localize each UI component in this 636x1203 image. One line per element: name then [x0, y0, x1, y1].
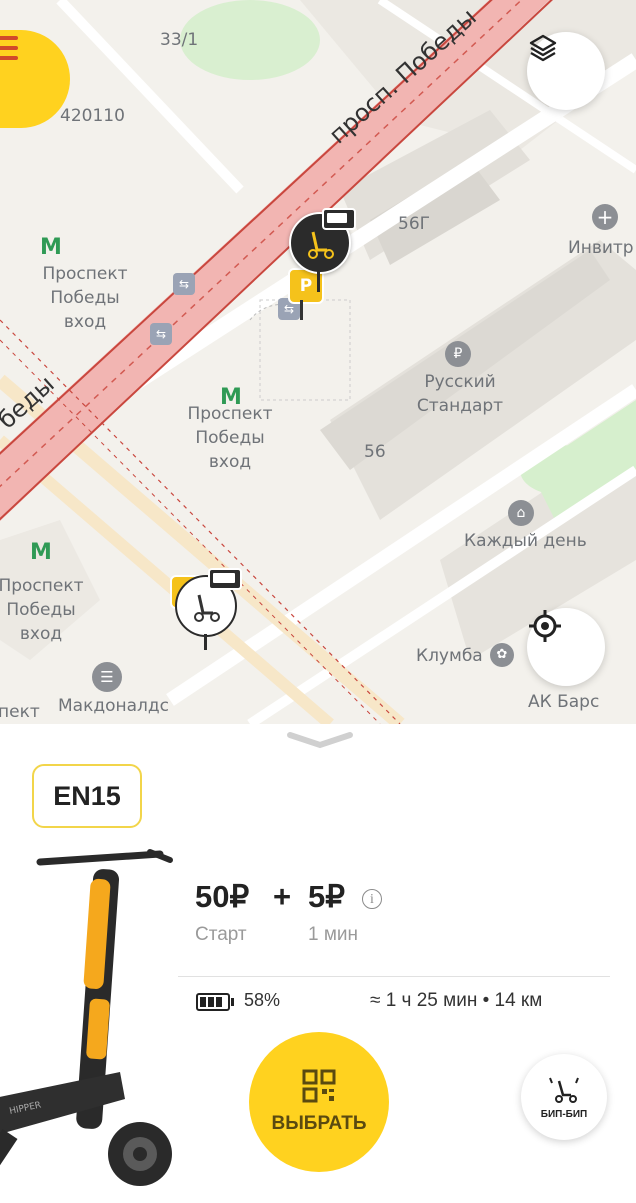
metro-entrance-label: Проспект Победы вход — [187, 404, 273, 472]
divider — [178, 976, 610, 977]
bank-poi-icon: ₽ — [445, 341, 471, 367]
poi-label-invitro: Инвитр — [568, 238, 634, 258]
info-icon[interactable]: i — [362, 889, 382, 909]
crosshair-icon — [529, 610, 561, 642]
minute-price: 5₽ — [308, 879, 345, 914]
sheet-handle-chevron-icon[interactable] — [280, 730, 360, 750]
parking-pin-stem — [300, 300, 303, 320]
poi-label-mcdonalds: Макдоналдс — [58, 696, 170, 716]
scooter-pin-stem — [204, 634, 207, 650]
range-estimate: ≈ 1 ч 25 мин • 14 км — [370, 990, 543, 1011]
battery-terminal — [231, 998, 234, 1006]
fastfood-poi-icon: ☰ — [92, 662, 122, 692]
battery-badge-icon — [208, 568, 242, 590]
scooter-code-badge: EN15 — [32, 764, 142, 828]
qr-code-icon — [302, 1069, 336, 1103]
layers-icon — [529, 34, 557, 62]
house-number-label: 56Г — [398, 214, 430, 234]
battery-icon — [196, 993, 230, 1011]
house-number-label: 33/1 — [160, 30, 199, 50]
locate-me-button[interactable] — [527, 608, 605, 686]
scooter-beep-icon — [549, 1077, 579, 1103]
poi-label-russian-standard: Русский Стандарт — [416, 372, 504, 416]
metro-entrance-label: Проспект Победы вход — [0, 576, 84, 644]
menu-lines-icon — [0, 36, 18, 60]
beep-button[interactable]: БИП-БИП — [521, 1054, 607, 1140]
beep-button-label: БИП-БИП — [540, 1108, 588, 1120]
flower-poi-icon: ✿ — [490, 643, 514, 667]
minute-price-caption: 1 мин — [308, 924, 359, 945]
battery-badge-icon — [322, 208, 356, 230]
metro-icon: M — [40, 235, 62, 260]
layers-button[interactable] — [527, 32, 605, 110]
medical-poi-icon: + — [592, 204, 618, 230]
battery-percent: 58% — [244, 990, 281, 1010]
start-price: 50₽ — [195, 879, 250, 914]
metro-entrance-label: Проспект Победы вход — [42, 264, 128, 332]
poi-label-kazhdy-den: Каждый день — [464, 531, 587, 551]
map-view[interactable]: 33/1 420110 просп. Победы беды 56Г + Инв… — [0, 0, 636, 724]
metro-label-partial: пект — [0, 702, 40, 722]
transport-stop-icon: ⇆ — [173, 273, 195, 295]
poi-label-ak-bars: АК Барс — [528, 692, 600, 712]
select-button-label: ВЫБРАТЬ — [271, 1113, 367, 1134]
transport-stop-icon: ⇆ — [150, 323, 172, 345]
postcode-label: 420110 — [60, 106, 125, 126]
poi-label-klumba: Клумба — [416, 646, 483, 666]
start-price-caption: Старт — [195, 924, 247, 945]
scooter-pin-stem — [317, 270, 320, 292]
metro-icon: M — [30, 540, 52, 565]
shop-poi-icon: ⌂ — [508, 500, 534, 526]
scooter-image: HIPPER — [0, 849, 173, 1186]
plus-sign: + — [273, 879, 292, 914]
select-scooter-button[interactable]: ВЫБРАТЬ — [249, 1032, 389, 1172]
house-number-label: 56 — [364, 442, 386, 462]
